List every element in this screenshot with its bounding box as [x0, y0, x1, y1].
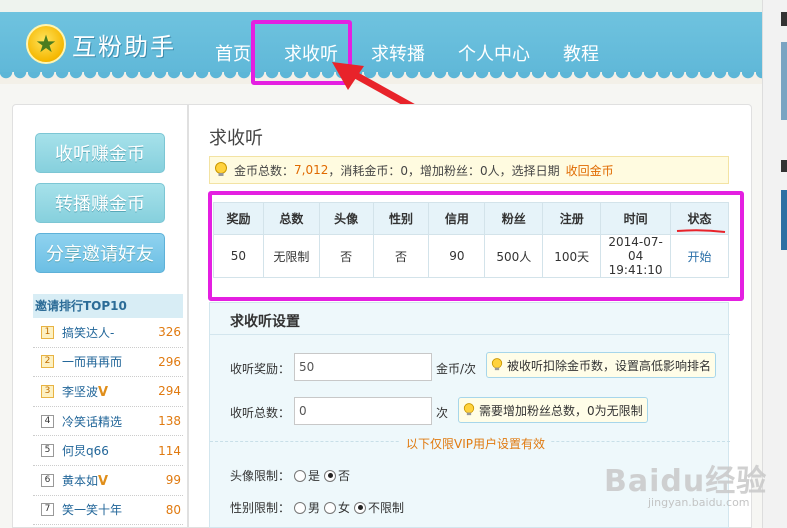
list-item[interactable]: 1 搞笑达人- 326: [33, 318, 183, 348]
total-unit: 次: [436, 406, 449, 420]
rank-score: 296: [158, 354, 181, 369]
gender-male-label[interactable]: 男: [308, 499, 320, 516]
nav-home[interactable]: 首页: [215, 40, 251, 66]
recover-coins-link[interactable]: 收回金币: [566, 162, 614, 179]
coin-total-value: 7,012: [294, 163, 329, 177]
list-item[interactable]: 6 黄本如V 99: [33, 466, 183, 496]
rank-number: 1: [41, 325, 54, 339]
nav-personal-center[interactable]: 个人中心: [458, 40, 530, 66]
page-title: 求收听: [209, 128, 263, 149]
rank-user-name[interactable]: 一而再再而: [62, 353, 153, 370]
avatar-limit-row: 头像限制： 是 否: [230, 467, 350, 484]
rank-user-name[interactable]: 李坚波V: [62, 383, 153, 400]
reward-unit: 金币/次: [436, 362, 477, 376]
vip-notice: 以下仅限VIP用户设置有效: [400, 435, 551, 452]
logo[interactable]: ★ 互粉助手: [26, 24, 176, 64]
watermark-url: jingyan.baidu.com: [648, 496, 750, 509]
rank-score: 294: [158, 384, 181, 399]
gender-unlimited-radio[interactable]: [354, 501, 367, 514]
rank-number: 2: [41, 355, 54, 369]
rank-user-name[interactable]: 何炅q66: [62, 442, 153, 459]
reward-tip-text: 被收听扣除金币数，设置高低影响排名: [507, 358, 712, 373]
page: ★ 互粉助手 首页 求收听 求转播 个人中心 教程 收听赚金币 转播赚金币 分享…: [0, 0, 787, 528]
gender-unlimited-label[interactable]: 不限制: [368, 499, 404, 516]
ranking-title: 邀请排行TOP10: [33, 294, 183, 318]
rank-score: 138: [158, 414, 181, 429]
rank-user-name[interactable]: 搞笑达人-: [62, 324, 153, 341]
rank-number: 6: [41, 473, 54, 487]
avatar-yes-radio[interactable]: [294, 469, 307, 482]
watermark-brand: Baidu经验: [604, 464, 768, 499]
right-strip-text-fragment: [781, 12, 787, 26]
lightbulb-icon: [491, 358, 503, 371]
rank-user-name[interactable]: 笑一笑十年: [62, 501, 153, 518]
gender-limit-row: 性别限制： 男 女 不限制: [230, 499, 404, 516]
rank-score: 114: [158, 443, 181, 458]
avatar-no-label[interactable]: 否: [338, 467, 350, 484]
gender-limit-label: 性别限制：: [230, 501, 291, 515]
rank-score: 326: [158, 325, 181, 340]
nav-tutorial[interactable]: 教程: [563, 40, 599, 66]
earn-coins-repost-button[interactable]: 转播赚金币: [35, 183, 165, 223]
settings-title: 求收听设置: [230, 314, 300, 330]
total-tip: 需要增加粉丝总数，0为无限制: [458, 397, 648, 423]
invite-ranking: 邀请排行TOP10 1 搞笑达人- 326 2 一而再再而 296 3 李坚波V…: [33, 294, 183, 528]
gender-male-radio[interactable]: [294, 501, 307, 514]
avatar-yes-label[interactable]: 是: [308, 467, 320, 484]
avatar-limit-label: 头像限制：: [230, 469, 291, 483]
total-input[interactable]: [294, 397, 432, 425]
rank-user-name-text: 黄本如: [62, 473, 99, 488]
rank-number: 7: [41, 503, 54, 517]
rank-user-name[interactable]: 冷笑话精选: [62, 413, 153, 430]
rank-score: 80: [165, 502, 181, 517]
coin-total-label: 金币总数：: [234, 163, 295, 178]
list-item[interactable]: 4 冷笑话精选 138: [33, 407, 183, 437]
lightbulb-icon: [463, 403, 475, 416]
list-item[interactable]: 5 何炅q66 114: [33, 436, 183, 466]
right-strip-image[interactable]: [781, 190, 787, 250]
earn-coins-follow-button[interactable]: 收听赚金币: [35, 133, 165, 173]
rank-score: 99: [165, 473, 181, 488]
list-item[interactable]: 2 一而再再而 296: [33, 348, 183, 378]
reward-input[interactable]: [294, 353, 432, 381]
right-strip-thumbnail[interactable]: [781, 42, 787, 120]
total-tip-text: 需要增加粉丝总数，0为无限制: [479, 403, 643, 418]
list-item[interactable]: 3 李坚波V 294: [33, 377, 183, 407]
table-highlight-box: [208, 191, 744, 301]
rank-user-name-text: 李坚波: [62, 384, 99, 399]
right-sidebar-strip: [762, 0, 787, 528]
total-label: 收听总数：: [230, 406, 291, 420]
reward-label: 收听奖励：: [230, 362, 291, 376]
rank-number: 3: [41, 384, 54, 398]
share-invite-button[interactable]: 分享邀请好友: [35, 233, 165, 273]
coin-stats-text: ，消耗金币：0，增加粉丝：0人，选择日期: [328, 163, 560, 178]
right-strip-text-fragment: [781, 160, 787, 172]
avatar-no-radio[interactable]: [324, 469, 337, 482]
reward-tip: 被收听扣除金币数，设置高低影响排名: [486, 352, 717, 378]
vip-badge-icon: V: [98, 384, 109, 400]
list-item[interactable]: 7 笑一笑十年 80: [33, 496, 183, 526]
rank-number: 5: [41, 444, 54, 458]
rank-user-name[interactable]: 黄本如V: [62, 472, 153, 489]
coin-summary-bar: 金币总数： 7,012 ，消耗金币：0，增加粉丝：0人，选择日期 收回金币: [209, 156, 729, 184]
logo-text: 互粉助手: [72, 32, 176, 61]
baidu-jingyan-watermark: Baidu经验 jingyan.baidu.com: [604, 456, 767, 509]
vip-badge-icon: V: [98, 473, 109, 489]
rank-number: 4: [41, 414, 54, 428]
star-logo-icon: ★: [26, 24, 66, 64]
gender-female-label[interactable]: 女: [338, 499, 350, 516]
lightbulb-icon: [215, 162, 227, 176]
gender-female-radio[interactable]: [324, 501, 337, 514]
divider: [210, 334, 730, 335]
